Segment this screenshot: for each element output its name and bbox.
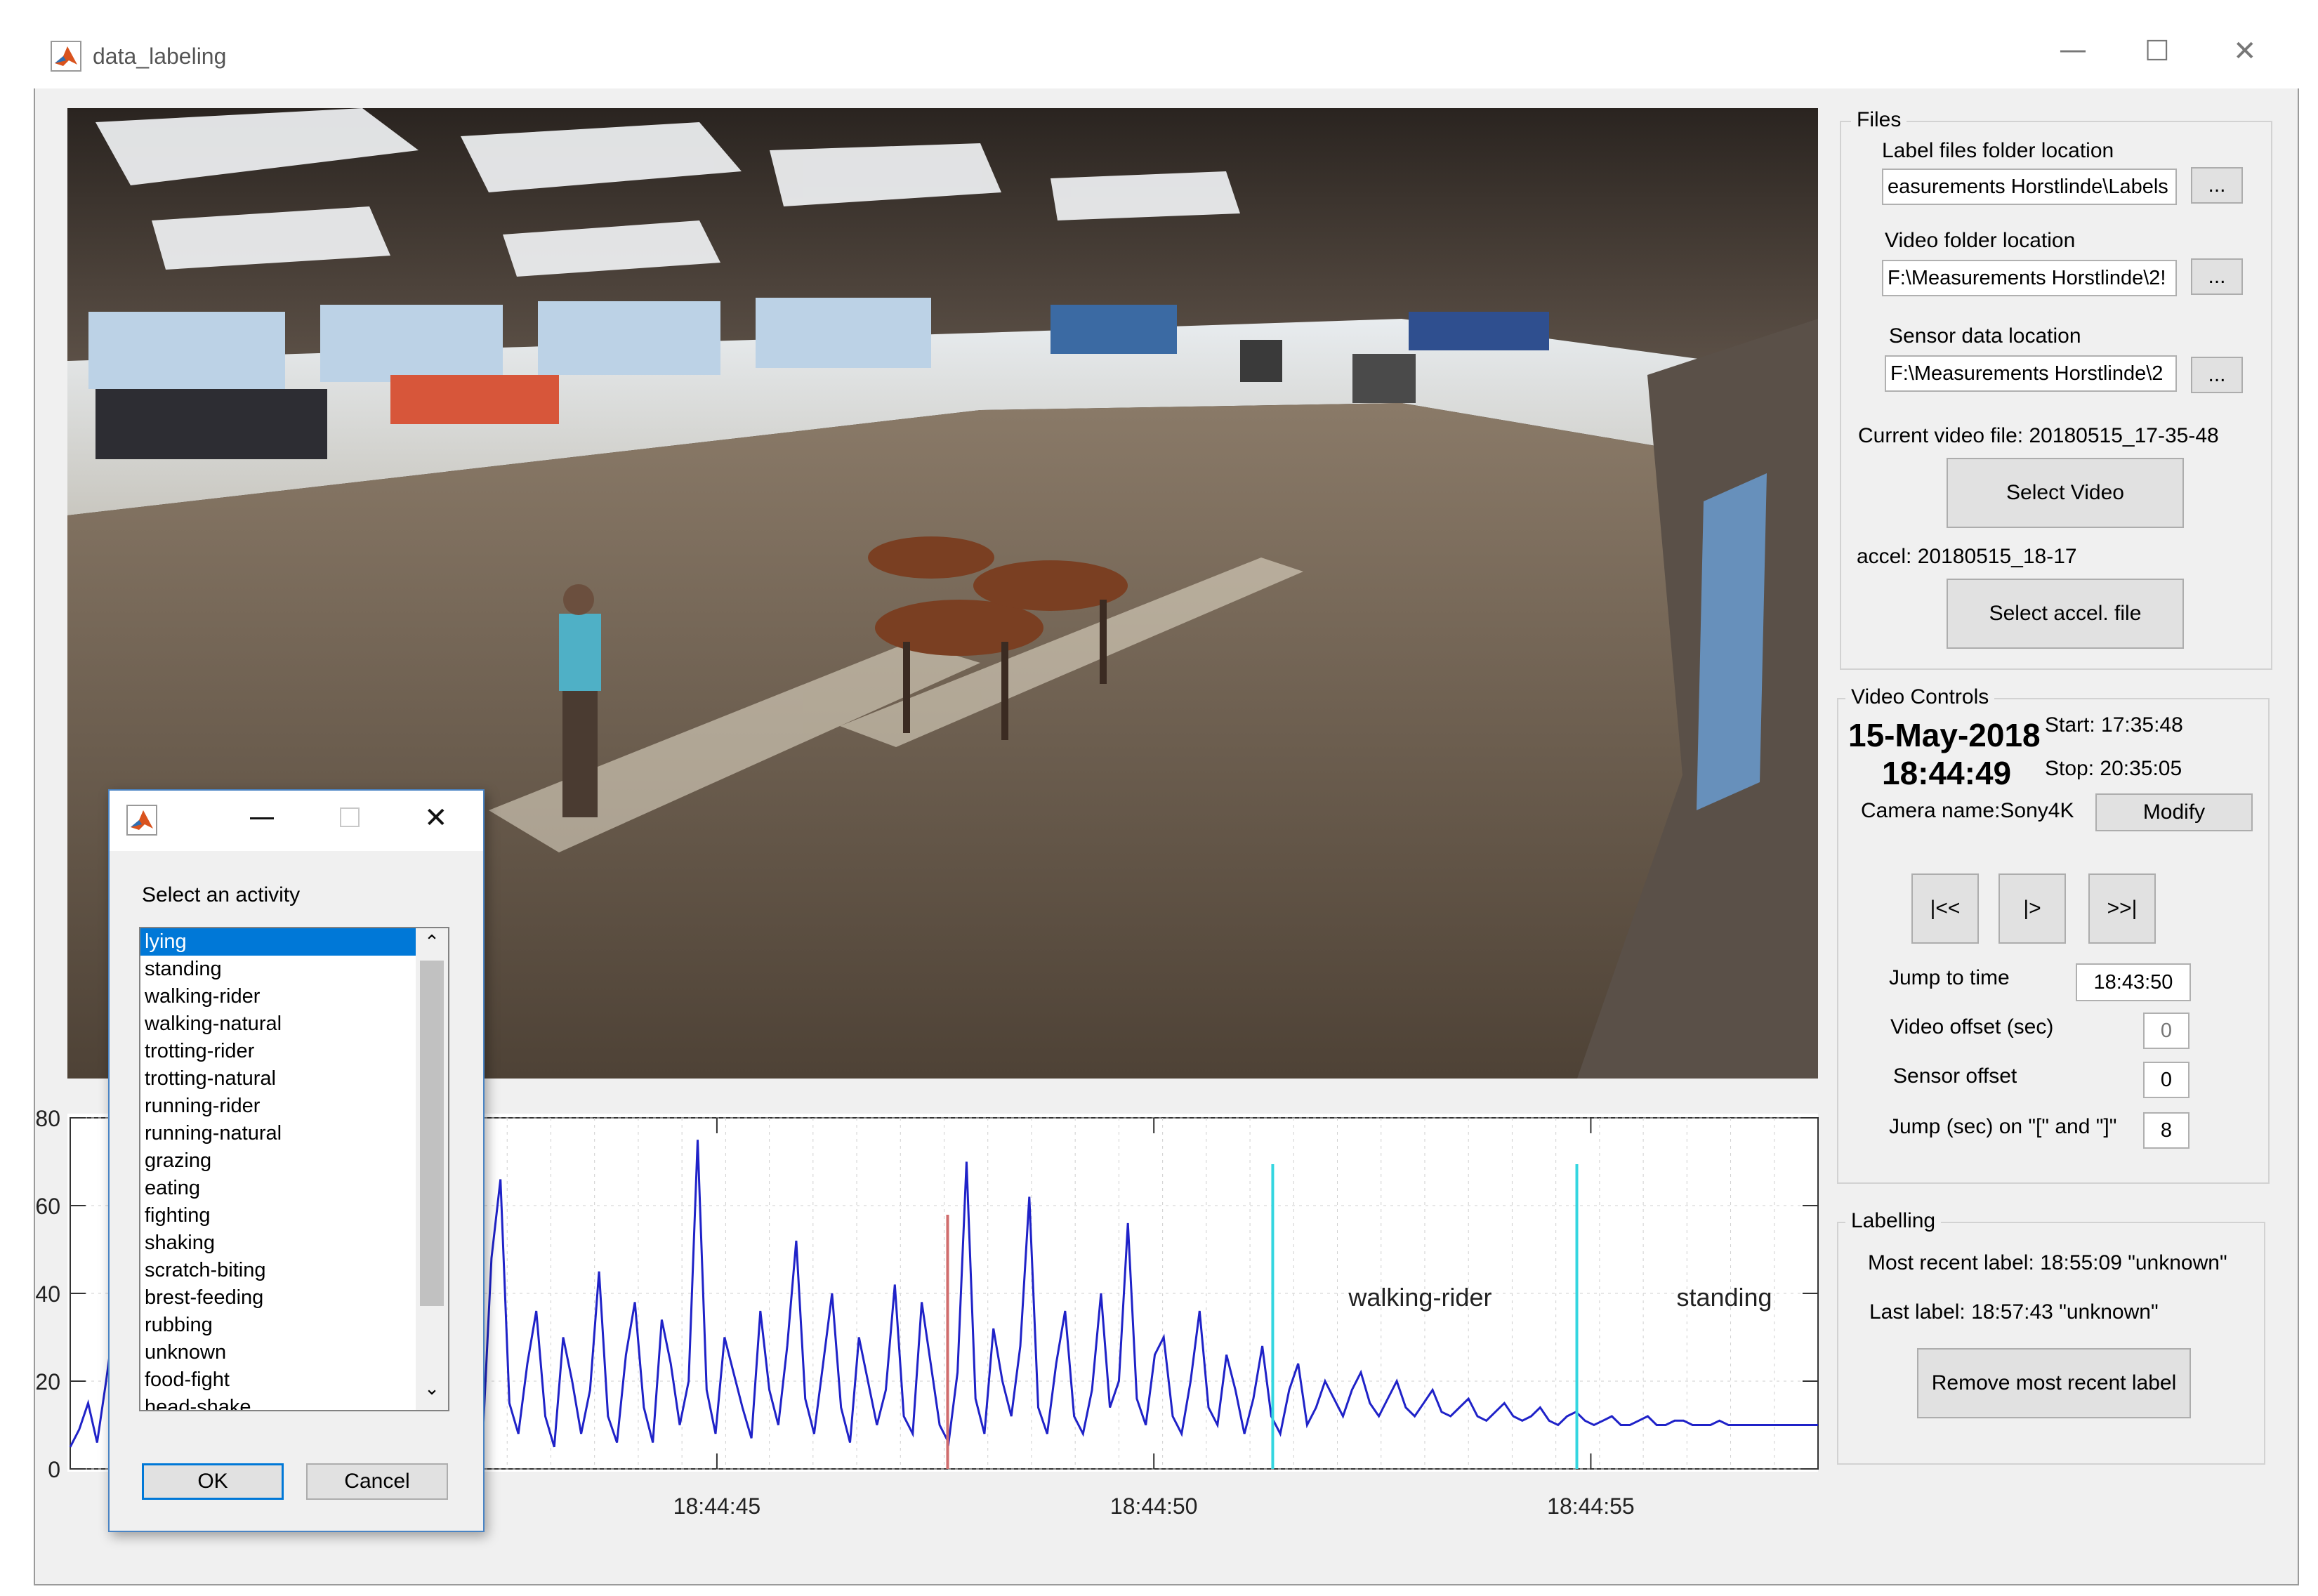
close-icon[interactable]: ✕: [2233, 35, 2257, 67]
last-label: Last label: 18:57:43 "unknown": [1869, 1300, 2159, 1324]
minimize-icon[interactable]: —: [2059, 34, 2087, 66]
activity-option[interactable]: brest-feeding: [140, 1284, 448, 1312]
activity-option[interactable]: running-natural: [140, 1120, 448, 1147]
label-folder-browse-button[interactable]: ...: [2191, 167, 2243, 204]
dialog-prompt: Select an activity: [142, 883, 301, 906]
marker-label: walking-rider: [1348, 1283, 1491, 1312]
y-tick-label: 60: [35, 1194, 60, 1219]
accel-file-label: accel: 20180515_18-17: [1857, 545, 2077, 568]
sensor-location-label: Sensor data location: [1889, 324, 2081, 348]
sensor-offset-label: Sensor offset: [1893, 1064, 2017, 1088]
scroll-up-icon[interactable]: ⌃: [420, 931, 444, 955]
y-tick-label: 0: [48, 1457, 60, 1482]
activity-listbox[interactable]: lying standing walking-rider walking-natura…: [139, 927, 449, 1411]
window-title: data_labeling: [93, 44, 227, 69]
camera-name: Camera name:Sony4K: [1861, 799, 2074, 822]
video-controls-group-title: Video Controls: [1845, 685, 1995, 709]
activity-option[interactable]: walking-rider: [140, 983, 448, 1010]
y-tick-label: 40: [35, 1281, 60, 1307]
files-group-title: Files: [1851, 108, 1907, 132]
matlab-logo-icon: [51, 41, 81, 72]
activity-option[interactable]: head-shake: [140, 1394, 448, 1410]
play-button[interactable]: |>: [1998, 873, 2066, 944]
x-tick-label: 18:44:50: [1110, 1493, 1198, 1519]
current-video-label: Current video file: 20180515_17-35-48: [1858, 424, 2219, 447]
activity-option[interactable]: scratch-biting: [140, 1257, 448, 1284]
ok-button[interactable]: OK: [142, 1463, 284, 1500]
modify-camera-button[interactable]: Modify: [2095, 793, 2253, 831]
sensor-offset-input[interactable]: 0: [2143, 1062, 2189, 1098]
skip-to-start-button[interactable]: |<<: [1911, 873, 1979, 944]
jump-to-time-input[interactable]: 18:43:50: [2076, 963, 2191, 1001]
activity-option[interactable]: food-fight: [140, 1366, 448, 1394]
activity-option[interactable]: rubbing: [140, 1312, 448, 1339]
jump-seconds-label: Jump (sec) on "[" and "]": [1889, 1115, 2117, 1138]
list-scrollbar[interactable]: ⌃ ⌄: [416, 928, 448, 1410]
stop-time: Stop: 20:35:05: [2045, 757, 2182, 780]
label-folder-input[interactable]: easurements Horstlinde\Labels: [1882, 169, 2177, 205]
activity-option[interactable]: grazing: [140, 1147, 448, 1175]
scroll-down-icon[interactable]: ⌄: [420, 1378, 444, 1402]
dialog-minimize-icon[interactable]: [250, 817, 274, 819]
activity-option[interactable]: trotting-natural: [140, 1065, 448, 1093]
x-tick-label: 18:44:45: [673, 1493, 761, 1519]
skip-to-end-button[interactable]: >>|: [2088, 873, 2156, 944]
start-time: Start: 17:35:48: [2045, 713, 2183, 737]
activity-option[interactable]: lying: [140, 928, 448, 956]
dialog-matlab-icon: [126, 805, 157, 836]
sensor-location-browse-button[interactable]: ...: [2191, 357, 2243, 393]
label-folder-label: Label files folder location: [1882, 139, 2114, 162]
select-video-button[interactable]: Select Video: [1947, 458, 2184, 528]
activity-option[interactable]: trotting-rider: [140, 1038, 448, 1065]
x-tick-label: 18:44:55: [1547, 1493, 1635, 1519]
jump-seconds-input[interactable]: 8: [2143, 1112, 2189, 1149]
maximize-icon[interactable]: ☐: [2145, 35, 2170, 67]
most-recent-label: Most recent label: 18:55:09 "unknown": [1868, 1251, 2227, 1274]
activity-option[interactable]: fighting: [140, 1202, 448, 1229]
sensor-location-input[interactable]: F:\Measurements Horstlinde\2: [1885, 355, 2177, 392]
select-accel-button[interactable]: Select accel. file: [1947, 579, 2184, 649]
title-bar[interactable]: [34, 27, 2299, 88]
y-tick-label: 20: [35, 1369, 60, 1394]
activity-option[interactable]: eating: [140, 1175, 448, 1202]
activity-option[interactable]: unknown: [140, 1339, 448, 1366]
activity-option[interactable]: shaking: [140, 1229, 448, 1257]
scroll-thumb[interactable]: [420, 961, 444, 1306]
video-folder-label: Video folder location: [1885, 229, 2076, 252]
dialog-maximize-icon: [340, 807, 360, 827]
activity-option[interactable]: running-rider: [140, 1093, 448, 1120]
current-time: 18:44:49: [1882, 755, 2012, 791]
video-folder-input[interactable]: F:\Measurements Horstlinde\2!: [1882, 260, 2177, 296]
labelling-group-title: Labelling: [1845, 1209, 1942, 1233]
dialog-close-icon[interactable]: ✕: [424, 802, 448, 834]
video-folder-browse-button[interactable]: ...: [2191, 258, 2243, 295]
y-tick-label: 80: [35, 1106, 60, 1131]
marker-label: standing: [1676, 1283, 1772, 1312]
activity-option[interactable]: standing: [140, 956, 448, 983]
video-offset-label: Video offset (sec): [1890, 1015, 2054, 1038]
jump-to-time-label: Jump to time: [1889, 966, 2010, 989]
remove-recent-label-button[interactable]: Remove most recent label: [1917, 1348, 2191, 1418]
activity-option[interactable]: walking-natural: [140, 1010, 448, 1038]
video-offset-input[interactable]: 0: [2143, 1013, 2189, 1049]
cancel-button[interactable]: Cancel: [306, 1463, 448, 1500]
current-date: 15-May-2018: [1848, 717, 2041, 753]
